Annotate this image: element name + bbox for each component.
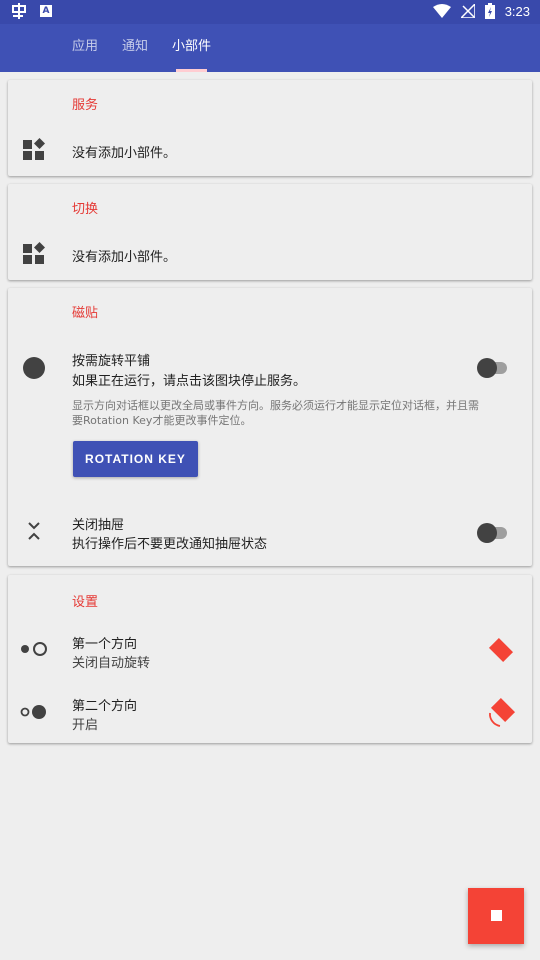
on-demand-switch[interactable] [477, 356, 509, 378]
tab-notifications[interactable]: 通知 [122, 24, 148, 72]
second-orientation-icon [20, 705, 46, 719]
second-orientation-title: 第二个方向 [72, 699, 138, 714]
first-orientation-icon [21, 642, 47, 656]
widgets-icon [23, 242, 45, 264]
settings-title: 设置 [72, 595, 99, 610]
switch-thumb [477, 358, 497, 378]
toggles-empty-text: 没有添加小部件。 [72, 250, 177, 265]
notification-badge-icon: A [40, 5, 52, 17]
filled-circle-icon [23, 357, 45, 379]
close-drawer-title: 关闭抽屉 [72, 518, 125, 533]
close-drawer-switch[interactable] [477, 521, 509, 543]
stop-icon [491, 910, 502, 921]
settings-card: 设置 第一个方向 关闭自动旋转 第二个方向 开启 [8, 575, 532, 743]
toggles-card: 切换 没有添加小部件。 [8, 184, 532, 280]
tab-bar: 应用 通知 小部件 [0, 24, 540, 72]
rotation-key-button[interactable]: ROTATION KEY [73, 441, 198, 477]
tab-widgets[interactable]: 小部件 [172, 24, 211, 72]
clock: 3:23 [504, 3, 530, 19]
on-demand-subtitle: 如果正在运行，请点击该图块停止服务。 [72, 374, 307, 389]
services-card: 服务 没有添加小部件。 [8, 80, 532, 176]
rotation-lock-icon[interactable] [484, 633, 518, 667]
first-orientation-value: 关闭自动旋转 [72, 656, 151, 671]
services-empty-text: 没有添加小部件。 [72, 146, 177, 161]
services-title: 服务 [72, 98, 99, 113]
close-drawer-subtitle: 执行操作后不要更改通知抽屉状态 [72, 537, 268, 552]
switch-thumb [477, 523, 497, 543]
no-signal-icon [460, 4, 475, 18]
wifi-icon [432, 4, 451, 18]
expand-collapse-icon [28, 522, 40, 540]
toggles-title: 切换 [72, 202, 99, 217]
tab-apps[interactable]: 应用 [72, 24, 98, 72]
tiles-hint-line2: 要Rotation Key才能更改事件定位。 [72, 414, 252, 427]
second-orientation-value: 开启 [72, 718, 99, 733]
tiles-card: 磁贴 按需旋转平铺 如果正在运行，请点击该图块停止服务。 显示方向对话框以更改全… [8, 288, 532, 566]
stop-service-fab[interactable] [468, 888, 524, 944]
tiles-title: 磁贴 [72, 306, 99, 321]
battery-charging-icon [484, 3, 495, 19]
on-demand-title: 按需旋转平铺 [72, 354, 151, 369]
tiles-hint-line1: 显示方向对话框以更改全局或事件方向。服务必须运行才能显示定位对话框，并且需 [72, 399, 479, 412]
widgets-icon [23, 138, 45, 160]
status-bar: A 3:23 [0, 0, 540, 24]
app-notification-icon [12, 3, 26, 19]
tab-indicator [176, 69, 207, 72]
auto-rotate-icon[interactable] [484, 695, 518, 729]
first-orientation-title: 第一个方向 [72, 637, 138, 652]
